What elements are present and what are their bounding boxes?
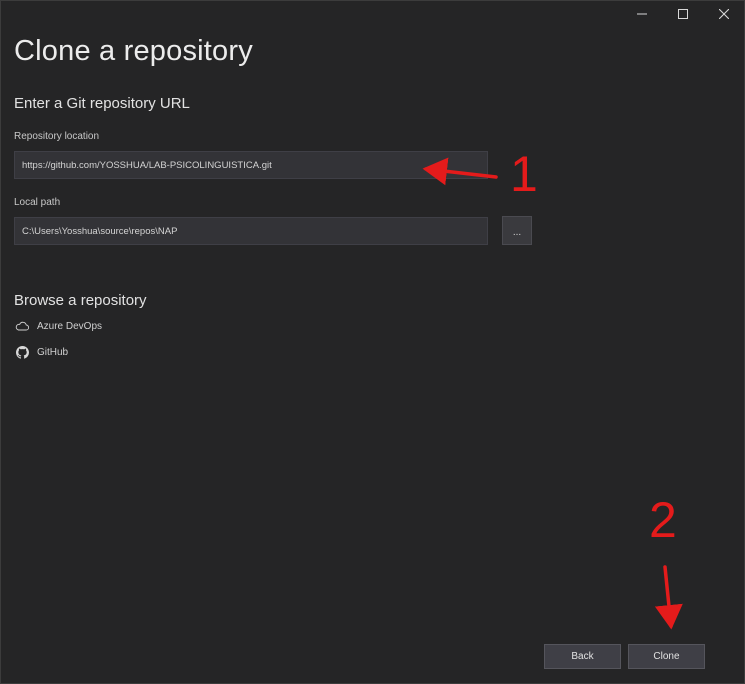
browse-item-azure-devops[interactable]: Azure DevOps [15, 318, 102, 334]
annotation-step-1: 1 [510, 146, 538, 202]
local-path-label: Local path [14, 197, 61, 208]
clone-button[interactable]: Clone [628, 644, 705, 669]
browse-folder-button[interactable]: ... [502, 216, 532, 245]
close-button[interactable] [703, 1, 744, 27]
page-title: Clone a repository [14, 35, 253, 67]
git-url-heading: Enter a Git repository URL [14, 95, 190, 112]
close-icon [718, 9, 729, 19]
github-icon [15, 345, 29, 359]
window-controls [621, 1, 744, 27]
browse-item-github[interactable]: GitHub [15, 344, 68, 360]
browse-repository-heading: Browse a repository [14, 292, 147, 309]
browse-item-label: GitHub [37, 346, 69, 358]
maximize-button[interactable] [662, 1, 703, 27]
cloud-icon [15, 319, 29, 333]
minimize-icon [636, 9, 647, 19]
local-path-input[interactable]: C:\Users\Yosshua\source\repos\NAP [14, 217, 488, 245]
repository-location-label: Repository location [14, 131, 100, 142]
back-button[interactable]: Back [544, 644, 621, 669]
minimize-button[interactable] [621, 1, 662, 27]
annotation-arrow-2 [654, 565, 683, 630]
repository-location-input[interactable]: https://github.com/YOSSHUA/LAB-PSICOLING… [14, 151, 488, 179]
maximize-icon [677, 9, 688, 19]
annotation-step-2: 2 [649, 492, 677, 548]
clone-repository-window: Clone a repository Enter a Git repositor… [0, 0, 745, 684]
browse-item-label: Azure DevOps [37, 320, 103, 332]
